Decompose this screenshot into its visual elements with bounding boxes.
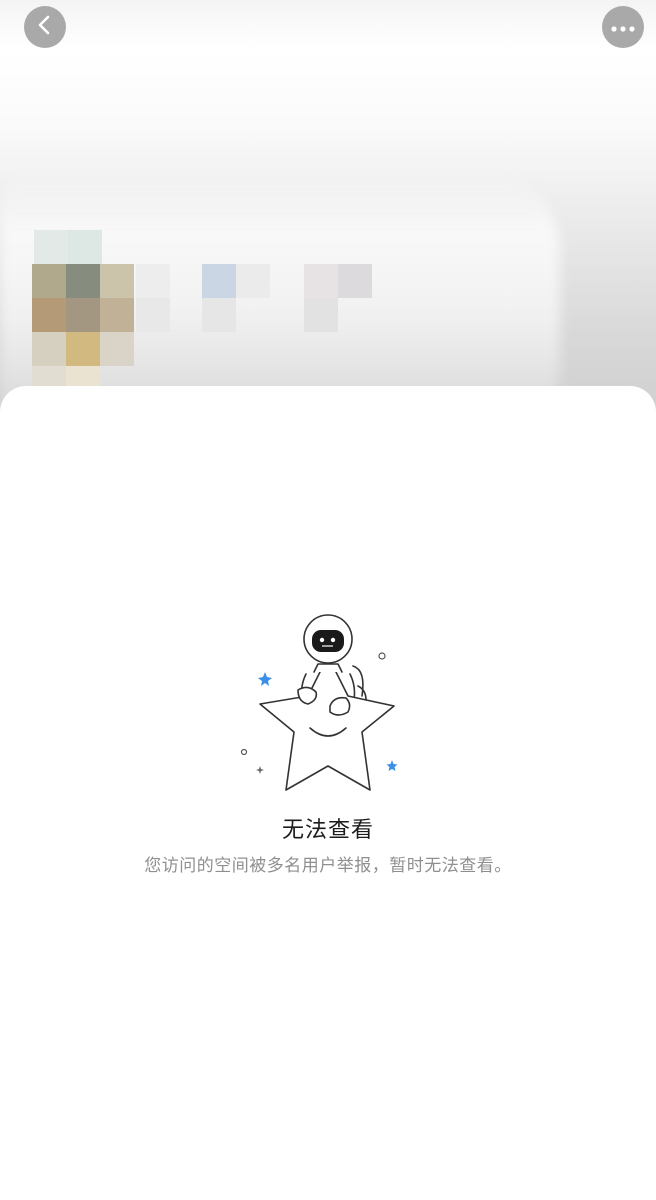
mosaic-tile xyxy=(34,230,68,264)
mosaic-tile xyxy=(100,298,134,332)
mosaic-tile xyxy=(136,264,170,298)
mosaic-tile xyxy=(32,264,66,298)
page: 无法查看 您访问的空间被多名用户举报，暂时无法查看。 xyxy=(0,0,656,1200)
mosaic-tile xyxy=(136,298,170,332)
mosaic-tile xyxy=(202,298,236,332)
mosaic-tile xyxy=(66,332,100,366)
mosaic-tile xyxy=(68,230,102,264)
mosaic-tile xyxy=(236,264,270,298)
back-button[interactable] xyxy=(24,6,66,48)
mosaic-tile xyxy=(304,298,338,332)
mosaic-tile xyxy=(66,264,100,298)
pixelated-profile-info xyxy=(0,230,540,400)
mosaic-tile xyxy=(304,264,338,298)
ellipsis-icon xyxy=(610,18,636,37)
mosaic-tile xyxy=(338,264,372,298)
mosaic-tile xyxy=(100,332,134,366)
mosaic-tile xyxy=(66,298,100,332)
mosaic-tile xyxy=(32,298,66,332)
mosaic-tile xyxy=(100,264,134,298)
empty-state-description: 您访问的空间被多名用户举报，暂时无法查看。 xyxy=(144,856,512,876)
mosaic-tile xyxy=(202,264,236,298)
mosaic-tile xyxy=(32,332,66,366)
empty-state-title: 无法查看 xyxy=(281,818,374,843)
more-options-button[interactable] xyxy=(602,6,644,48)
chevron-left-icon xyxy=(34,14,56,40)
astronaut-star-illustration xyxy=(238,604,418,804)
